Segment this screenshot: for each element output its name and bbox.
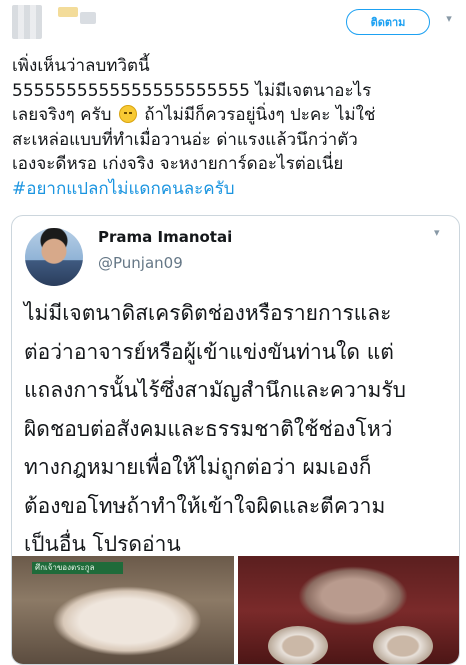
chevron-down-icon[interactable]: ▾ (434, 226, 440, 239)
quoted-text-line: ผิดชอบต่อสังคมและธรรมชาติใช้ช่องโหว่ (24, 416, 393, 441)
quoted-author-name[interactable]: Prama Imanotai (98, 228, 232, 246)
tweet-text: เพิ่งเห็นว่าลบทวิตนี้ 555555555555555555… (12, 54, 458, 201)
stingray-photo (52, 586, 202, 656)
quoted-author-avatar[interactable] (25, 228, 83, 286)
chevron-down-icon[interactable]: ▾ (442, 12, 456, 26)
follow-button[interactable]: ติดตาม (346, 9, 430, 35)
stingray-dish-photo (298, 566, 408, 626)
author-name-blurred[interactable] (58, 7, 78, 17)
quoted-text-line: ต้องขอโทษถ้าทำให้เข้าใจผิดและตีความ (24, 493, 386, 518)
quoted-author-handle[interactable]: @Punjan09 (98, 254, 183, 272)
quoted-media[interactable]: ศึกเจ้าของตระกูล (12, 556, 459, 664)
quoted-tweet-text: ไม่มีเจตนาดิสเครดิตช่องหรือรายการและ ต่อ… (24, 294, 449, 564)
quoted-text-line: ทางกฎหมายเพื่อให้ไม่ถูกต่อว่า ผมเองก็ (24, 455, 372, 479)
tweet-header: ติดตาม ▾ (0, 0, 466, 50)
tweet-text-segment: เลยจริงๆ ครับ (12, 105, 112, 125)
quoted-text-line: ต่อว่าอาจารย์หรือผู้เข้าแข่งขันท่านใด แต… (24, 339, 394, 364)
quoted-text-line: แถลงการนั้นไร้ซึ่งสามัญสำนึกและความรับ (24, 378, 407, 402)
tweet-text-line: เลยจริงๆ ครับ ถ้าไม่มีก็ควรอยู่นิ่งๆ ปะค… (12, 103, 458, 128)
tweet-card: ติดตาม ▾ เพิ่งเห็นว่าลบทวิตนี้ 555555555… (0, 0, 466, 665)
hashtag-link[interactable]: #อยากแปลกไม่แดกคนละครับ (12, 177, 458, 202)
plate-photo (373, 626, 433, 664)
quoted-text-line: ไม่มีเจตนาดิสเครดิตช่องหรือรายการและ (24, 301, 392, 325)
tweet-text-line: 5555555555555555555555 ไม่มีเจตนาอะไร (12, 80, 372, 101)
tv-channel-logo: ศึกเจ้าของตระกูล (32, 562, 123, 574)
frowning-face-emoji-icon (118, 105, 137, 123)
tweet-text-segment: ถ้าไม่มีก็ควรอยู่นิ่งๆ ปะคะ ไม่ใช่ (138, 105, 376, 125)
tweet-text-line: สะเหล่อแบบที่ทำเมื่อวานอ่ะ ด่าแรงแล้วนึก… (12, 129, 358, 150)
author-handle-blurred[interactable] (80, 12, 96, 24)
author-avatar-blurred[interactable] (12, 5, 42, 39)
tweet-text-line: เพิ่งเห็นว่าลบทวิตนี้ (12, 56, 150, 76)
media-image-left[interactable]: ศึกเจ้าของตระกูล (12, 556, 234, 664)
plate-photo (268, 626, 328, 664)
media-image-right[interactable] (238, 556, 459, 664)
quoted-tweet[interactable]: Prama Imanotai @Punjan09 ▾ ไม่มีเจตนาดิส… (11, 215, 460, 665)
tweet-text-line: เองจะดีหรอ เก่งจริง จะหงายการ์ดอะไรต่อเน… (12, 154, 344, 174)
